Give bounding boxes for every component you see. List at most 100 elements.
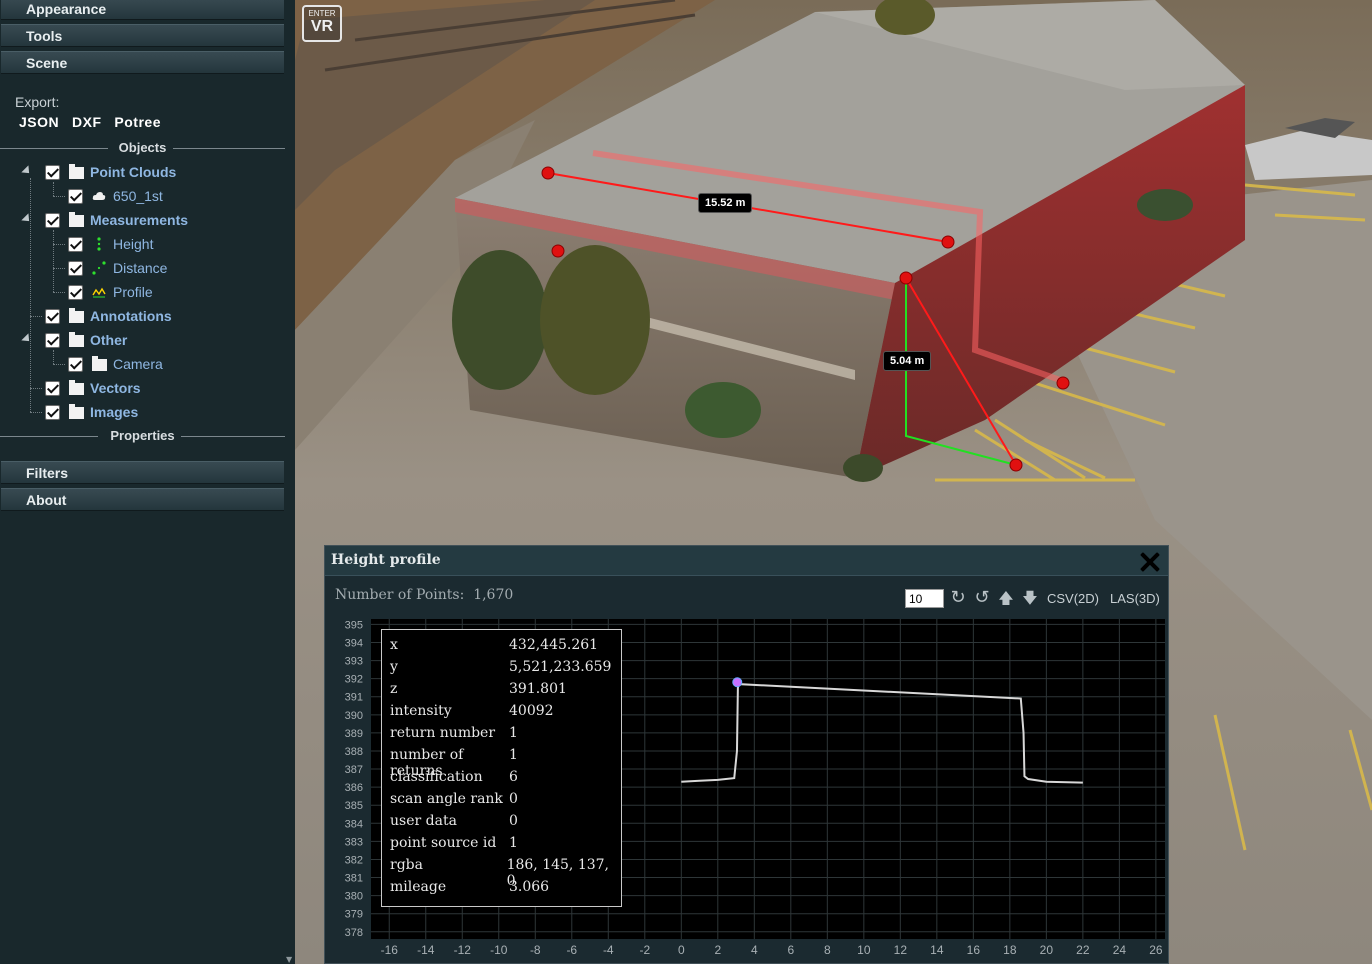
x-tick-label: 4 xyxy=(751,943,758,957)
enter-vr-button[interactable]: ENTER VR xyxy=(302,5,342,42)
menu-filters[interactable]: Filters xyxy=(1,461,284,484)
vr-small-label: ENTER xyxy=(308,9,336,18)
point-info-key: rgba xyxy=(390,857,423,873)
y-tick-label: 389 xyxy=(345,728,363,740)
export-dxf-link[interactable]: DXF xyxy=(72,114,102,130)
distance-measure-icon xyxy=(91,261,107,275)
export-links: JSON DXF Potree xyxy=(19,114,170,130)
x-tick-label: -10 xyxy=(490,943,508,957)
point-info-row: classification 6 xyxy=(390,769,620,791)
tree-item-images[interactable]: Images xyxy=(45,402,138,422)
checkbox-images[interactable] xyxy=(45,404,60,420)
y-tick-label: 382 xyxy=(345,854,363,866)
point-info-row: return number 1 xyxy=(390,725,620,747)
folder-icon xyxy=(68,404,84,419)
tree-item-height[interactable]: Height xyxy=(68,234,153,254)
export-label: Export: xyxy=(15,94,60,110)
point-info-value: 1 xyxy=(509,747,518,763)
menu-tools[interactable]: Tools xyxy=(1,24,284,47)
point-info-row: user data 0 xyxy=(390,813,620,835)
properties-divider: Properties xyxy=(0,428,285,444)
checkbox-measurements[interactable] xyxy=(45,212,60,228)
export-csv-button[interactable]: CSV(2D) xyxy=(1047,591,1099,606)
x-tick-label: 18 xyxy=(1003,943,1017,957)
cloud-icon xyxy=(91,189,107,203)
close-icon[interactable] xyxy=(1139,551,1161,573)
tree-item-point-clouds[interactable]: Point Clouds xyxy=(45,162,176,182)
tree-item-camera[interactable]: Camera xyxy=(68,354,163,374)
x-tick-label: -4 xyxy=(603,943,614,957)
checkbox-other[interactable] xyxy=(45,332,60,348)
x-tick-label: 6 xyxy=(787,943,794,957)
rotate-cw-icon[interactable]: ↻ xyxy=(948,588,968,608)
menu-scene[interactable]: Scene xyxy=(1,51,284,74)
tree-item-annotations[interactable]: Annotations xyxy=(45,306,172,326)
y-tick-label: 390 xyxy=(345,710,363,722)
x-tick-label: -2 xyxy=(639,943,650,957)
x-tick-label: -14 xyxy=(417,943,435,957)
move-down-icon[interactable]: 🡇 xyxy=(1020,588,1040,608)
x-tick-label: -8 xyxy=(530,943,541,957)
export-potree-link[interactable]: Potree xyxy=(114,114,161,130)
point-info-row: intensity 40092 xyxy=(390,703,620,725)
move-up-icon[interactable]: 🡅 xyxy=(996,588,1016,608)
tree-item-profile[interactable]: Profile xyxy=(68,282,153,302)
y-tick-label: 395 xyxy=(345,619,363,631)
x-tick-label: 10 xyxy=(857,943,871,957)
point-info-value: 0 xyxy=(509,791,518,807)
x-tick-label: 20 xyxy=(1040,943,1054,957)
point-info-value: 1 xyxy=(509,835,518,851)
y-tick-label: 387 xyxy=(345,764,363,776)
export-json-link[interactable]: JSON xyxy=(19,114,59,130)
tree-item-measurements[interactable]: Measurements xyxy=(45,210,188,230)
checkbox-650-1st[interactable] xyxy=(68,188,83,204)
checkbox-camera[interactable] xyxy=(68,356,83,372)
scroll-down-arrow-icon[interactable]: ▼ xyxy=(286,955,292,964)
profile-width-input[interactable] xyxy=(905,589,944,608)
y-tick-label: 385 xyxy=(345,800,363,812)
tree-item-vectors[interactable]: Vectors xyxy=(45,378,141,398)
checkbox-profile[interactable] xyxy=(68,284,83,300)
folder-icon xyxy=(68,164,84,179)
checkbox-vectors[interactable] xyxy=(45,380,60,396)
checkbox-annotations[interactable] xyxy=(45,308,60,324)
tree-item-650-1st[interactable]: 650_1st xyxy=(68,186,163,206)
checkbox-distance[interactable] xyxy=(68,260,83,276)
height-profile-window: Height profile Number of Points: 1,670 ↻… xyxy=(324,545,1169,964)
vr-big-label: VR xyxy=(310,18,334,35)
profile-title: Height profile xyxy=(331,552,441,568)
x-tick-label: 12 xyxy=(894,943,908,957)
tree-item-distance[interactable]: Distance xyxy=(68,258,167,278)
point-info-value: 1 xyxy=(509,725,518,741)
y-tick-label: 386 xyxy=(345,782,363,794)
point-info-key: return number xyxy=(390,725,496,741)
rotate-ccw-icon[interactable]: ↺ xyxy=(972,588,992,608)
x-tick-label: -6 xyxy=(566,943,577,957)
checkbox-point-clouds[interactable] xyxy=(45,164,60,180)
x-tick-label: 2 xyxy=(714,943,721,957)
point-info-value: 432,445.261 xyxy=(509,637,599,653)
point-info-key: point source id xyxy=(390,835,497,851)
profile-header[interactable]: Height profile xyxy=(325,546,1168,576)
selected-point-marker xyxy=(732,677,743,688)
point-info-key: number of returns xyxy=(390,747,464,779)
distance-measurement-label[interactable]: 15.52 m xyxy=(698,193,753,213)
menu-about[interactable]: About xyxy=(1,488,284,511)
point-info-key: intensity xyxy=(390,703,452,719)
point-info-value: 6 xyxy=(509,769,518,785)
y-tick-label: 394 xyxy=(345,638,363,650)
y-tick-label: 381 xyxy=(345,873,363,885)
menu-appearance[interactable]: Appearance xyxy=(1,0,284,20)
x-tick-label: 16 xyxy=(967,943,981,957)
point-info-row: x 432,445.261 xyxy=(390,637,620,659)
height-measurement-label[interactable]: 5.04 m xyxy=(883,351,932,371)
point-info-value: 5,521,233.659 xyxy=(509,659,612,675)
export-las-button[interactable]: LAS(3D) xyxy=(1110,591,1160,606)
point-info-row: z 391.801 xyxy=(390,681,620,703)
folder-icon xyxy=(68,332,84,347)
tree-item-other[interactable]: Other xyxy=(45,330,127,350)
y-tick-label: 388 xyxy=(345,746,363,758)
point-info-row: point source id 1 xyxy=(390,835,620,857)
expand-point-clouds-icon[interactable] xyxy=(21,165,33,177)
checkbox-height[interactable] xyxy=(68,236,83,252)
